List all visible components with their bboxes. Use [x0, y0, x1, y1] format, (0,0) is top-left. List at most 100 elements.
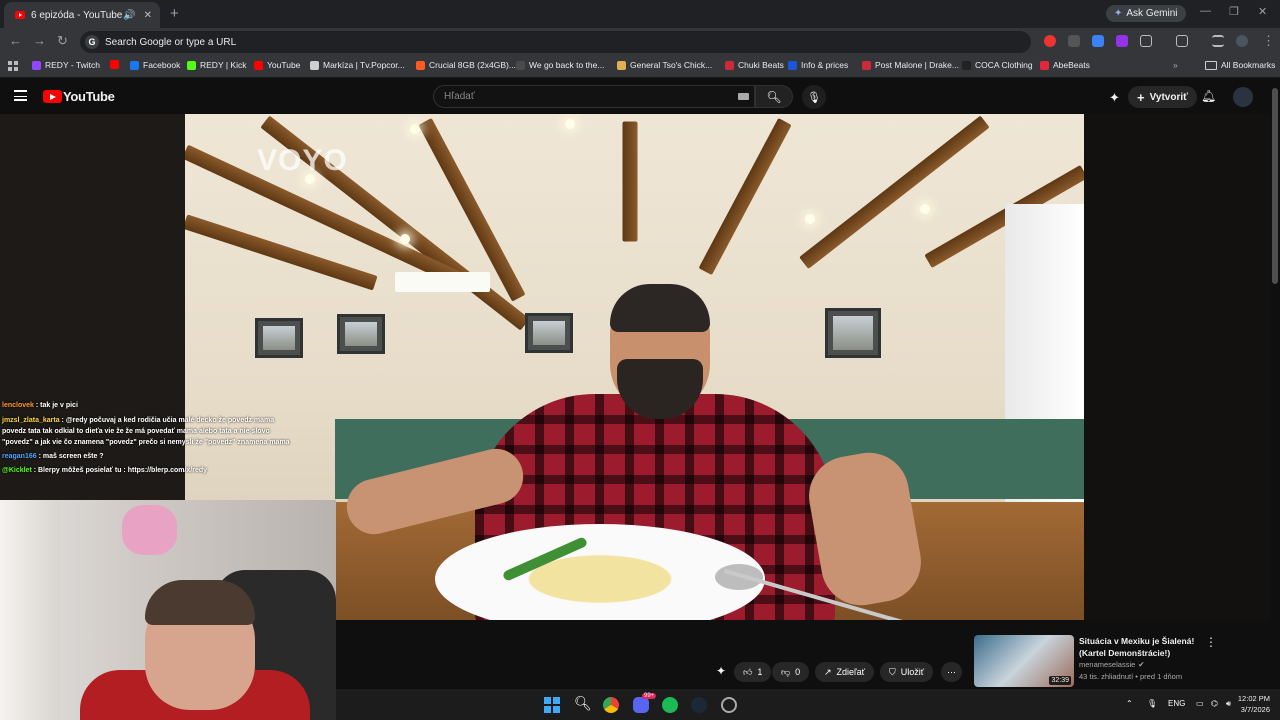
- bookmark-favicon-icon: [788, 60, 797, 70]
- more-horizontal-icon: ⋯: [947, 666, 956, 677]
- recommended-thumbnail[interactable]: 32:39: [974, 635, 1074, 687]
- like-button[interactable]: 👍︎ 1: [734, 662, 772, 682]
- ask-gemini-label: Ask Gemini: [1126, 8, 1178, 19]
- bookmark-item[interactable]: YouTube: [254, 60, 300, 70]
- minimize-icon[interactable]: —: [1200, 5, 1211, 17]
- bookmark-item[interactable]: REDY - Twitch: [32, 60, 100, 70]
- bookmark-icon: ⛉: [889, 666, 896, 677]
- bookmark-item[interactable]: Post Malone | Drake...: [862, 60, 959, 70]
- bookmark-item[interactable]: REDY | Kick: [187, 60, 246, 70]
- ceiling-lamp: [410, 124, 420, 134]
- youtube-logo-icon[interactable]: [43, 90, 62, 103]
- tray-network-icon[interactable]: ⌬: [1211, 699, 1218, 708]
- discord-taskbar-icon[interactable]: [633, 697, 649, 713]
- chat-message: @Kicklet : Blerpy môžeš posielať tu : ht…: [2, 467, 207, 474]
- folder-icon: [1205, 60, 1217, 70]
- language-indicator[interactable]: ENG: [1168, 699, 1185, 708]
- reading-list-icon[interactable]: [1212, 35, 1224, 47]
- extension-action-icon[interactable]: ✦: [716, 664, 726, 678]
- bookmark-label: REDY | Kick: [200, 60, 247, 70]
- tray-volume-icon[interactable]: 🔊︎: [1226, 699, 1231, 709]
- voice-search-button[interactable]: 🎙︎: [802, 85, 826, 109]
- save-button[interactable]: ⛉ Uložiť: [880, 662, 934, 682]
- bookmark-item[interactable]: General Tso's Chick...: [617, 60, 712, 70]
- account-avatar[interactable]: [1233, 87, 1253, 107]
- bookmarks-overflow-icon[interactable]: »: [1173, 60, 1178, 70]
- create-button[interactable]: + Vytvoriť: [1128, 86, 1197, 108]
- bookmark-item[interactable]: COCA Clothing: [962, 60, 1033, 70]
- extension-blue-icon[interactable]: [1092, 35, 1104, 47]
- tray-display-icon[interactable]: ▭: [1196, 699, 1204, 708]
- chat-text: : maš screen ešte ?: [36, 453, 104, 460]
- more-actions-button[interactable]: ⋯: [941, 662, 962, 682]
- bookmark-item[interactable]: AbeBeats: [1040, 60, 1090, 70]
- address-placeholder: Search Google or type a URL: [105, 36, 237, 48]
- close-tab-icon[interactable]: ✕: [144, 10, 152, 21]
- gemini-icon: ✦: [1114, 8, 1123, 19]
- search-button[interactable]: 🔍︎: [755, 85, 793, 108]
- bookmark-item[interactable]: Info & prices: [788, 60, 848, 70]
- steam-taskbar-icon[interactable]: [691, 697, 707, 713]
- profile-avatar-icon[interactable]: [1236, 35, 1248, 47]
- right-dark-area: [1084, 114, 1270, 620]
- extension-record-icon[interactable]: [1044, 35, 1056, 47]
- bookmark-label: Markíza | Tv.Popcor...: [323, 60, 405, 70]
- cast-icon[interactable]: [1176, 35, 1188, 47]
- chrome-menu-icon[interactable]: ⋮: [1262, 33, 1275, 49]
- ask-gemini-button[interactable]: ✦ Ask Gemini: [1106, 5, 1186, 22]
- back-icon[interactable]: ←: [9, 33, 22, 48]
- chrome-taskbar-icon[interactable]: [603, 697, 619, 713]
- bookmark-item[interactable]: Crucial 8GB (2x4GB)...: [416, 60, 516, 70]
- verified-badge-icon: ✔: [1138, 660, 1145, 669]
- new-tab-icon[interactable]: +: [170, 5, 179, 22]
- forward-icon[interactable]: →: [33, 33, 46, 48]
- bookmark-label: COCA Clothing: [975, 60, 1033, 70]
- recommended-more-icon[interactable]: ⋮: [1205, 635, 1217, 649]
- taskbar-search-icon[interactable]: 🔍︎: [574, 695, 592, 712]
- page-scrollbar[interactable]: [1272, 88, 1278, 284]
- tray-mic-icon[interactable]: 🎙︎: [1147, 699, 1157, 708]
- bookmark-label: General Tso's Chick...: [630, 60, 713, 70]
- reload-icon[interactable]: ↻: [57, 33, 68, 49]
- share-button[interactable]: ↗ Zdieľať: [815, 662, 875, 682]
- man-hair: [610, 284, 710, 332]
- bookmark-label: Info & prices: [801, 60, 849, 70]
- recommended-channel-name: menameselassie: [1079, 660, 1136, 669]
- close-window-icon[interactable]: ✕: [1258, 5, 1267, 18]
- spotify-taskbar-icon[interactable]: [662, 697, 678, 713]
- chat-message: lenclovek : tak je v pici: [2, 402, 78, 409]
- youtube-favicon-icon: [15, 11, 25, 19]
- keyboard-icon[interactable]: [738, 93, 749, 100]
- bookmark-favicon-icon: [254, 60, 263, 70]
- extension-star-icon[interactable]: ✦: [1109, 90, 1120, 106]
- hamburger-menu-icon[interactable]: [14, 90, 27, 101]
- plush-toy: [122, 505, 177, 555]
- maximize-icon[interactable]: ❐: [1229, 5, 1239, 18]
- bookmark-favicon-icon: [516, 60, 525, 70]
- bookmark-item[interactable]: Chuki Beats: [725, 60, 784, 70]
- all-bookmarks[interactable]: All Bookmarks: [1205, 60, 1275, 70]
- extension-purple-icon[interactable]: [1116, 35, 1128, 47]
- obs-taskbar-icon[interactable]: [721, 697, 737, 713]
- bookmark-item[interactable]: We go back to the...: [516, 60, 604, 70]
- speaker-icon[interactable]: 🔊: [123, 10, 135, 21]
- youtube-logo-text[interactable]: YouTube: [63, 89, 115, 104]
- address-bar[interactable]: G Search Google or type a URL: [80, 31, 1031, 53]
- dislike-button[interactable]: 👎︎ 0: [772, 662, 810, 682]
- windows-start-icon[interactable]: [544, 697, 560, 713]
- ceiling-beam: [698, 117, 792, 276]
- bookmark-item[interactable]: Markíza | Tv.Popcor...: [310, 60, 405, 70]
- recommended-channel[interactable]: menameselassie ✔: [1079, 660, 1145, 669]
- tray-chevron-icon[interactable]: ⌃: [1126, 699, 1133, 708]
- extensions-puzzle-icon[interactable]: [1140, 35, 1152, 47]
- webcam-curtain: [0, 500, 60, 720]
- bookmark-item[interactable]: Facebook: [130, 60, 180, 70]
- apps-grid-icon[interactable]: [8, 61, 18, 71]
- search-input[interactable]: Hľadať: [433, 85, 755, 108]
- bookmark-item[interactable]: [110, 60, 123, 69]
- extension-icon[interactable]: [1068, 35, 1080, 47]
- clock[interactable]: 12:02 PM 3/7/2026: [1234, 693, 1270, 715]
- save-label: Uložiť: [900, 667, 925, 677]
- browser-tab[interactable]: 6 epizóda - YouTube 🔊 ✕: [4, 2, 160, 28]
- notifications-bell-icon[interactable]: 🔔︎: [1201, 89, 1216, 103]
